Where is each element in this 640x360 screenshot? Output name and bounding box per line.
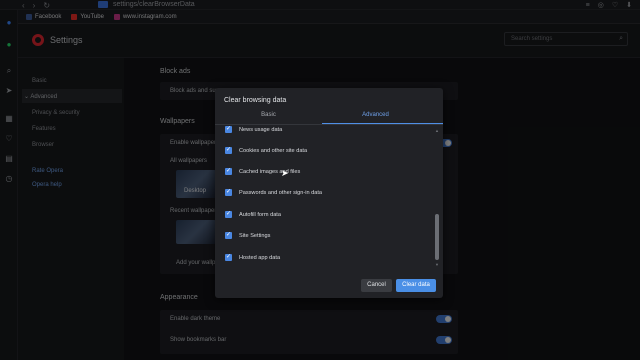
option-label: Passwords and other sign-in data <box>239 189 323 196</box>
dialog-scrollbar[interactable]: ▲ ▼ <box>435 128 439 268</box>
checkbox-checked-icon[interactable]: ✓ <box>225 232 232 239</box>
scroll-thumb[interactable] <box>435 214 439 260</box>
option-site-settings[interactable]: ✓ Site Settings <box>225 231 270 240</box>
checkbox-checked-icon[interactable]: ✓ <box>225 168 232 175</box>
option-cookies[interactable]: ✓ Cookies and other site data <box>225 146 307 155</box>
checkbox-checked-icon[interactable]: ✓ <box>225 254 232 261</box>
clear-data-button[interactable]: Clear data <box>396 279 436 292</box>
option-label: Cached images and files <box>239 168 301 175</box>
tab-basic[interactable]: Basic <box>215 112 322 118</box>
option-news-usage[interactable]: ✓ News usage data <box>225 125 282 134</box>
option-label: News usage data <box>239 126 283 133</box>
scroll-down-icon[interactable]: ▼ <box>435 262 439 267</box>
option-label: Hosted app data <box>239 254 281 261</box>
clear-browsing-data-dialog: Clear browsing data Basic Advanced ✓ New… <box>215 88 443 298</box>
checkbox-checked-icon[interactable]: ✓ <box>225 126 232 133</box>
checkbox-checked-icon[interactable]: ✓ <box>225 211 232 218</box>
option-label: Autofill form data <box>239 211 281 218</box>
cancel-button[interactable]: Cancel <box>361 279 392 292</box>
scroll-up-icon[interactable]: ▲ <box>435 128 439 133</box>
active-tab-indicator <box>322 123 443 124</box>
mouse-cursor-icon: ➤ <box>281 168 289 178</box>
option-hosted-app[interactable]: ✓ Hosted app data <box>225 253 280 262</box>
option-label: Site Settings <box>239 232 271 239</box>
tab-advanced[interactable]: Advanced <box>322 112 429 118</box>
checkbox-checked-icon[interactable]: ✓ <box>225 147 232 154</box>
option-autofill[interactable]: ✓ Autofill form data <box>225 210 281 219</box>
dialog-title: Clear browsing data <box>224 97 287 104</box>
checkbox-checked-icon[interactable]: ✓ <box>225 189 232 196</box>
option-label: Cookies and other site data <box>239 147 308 154</box>
option-passwords[interactable]: ✓ Passwords and other sign-in data <box>225 188 322 197</box>
